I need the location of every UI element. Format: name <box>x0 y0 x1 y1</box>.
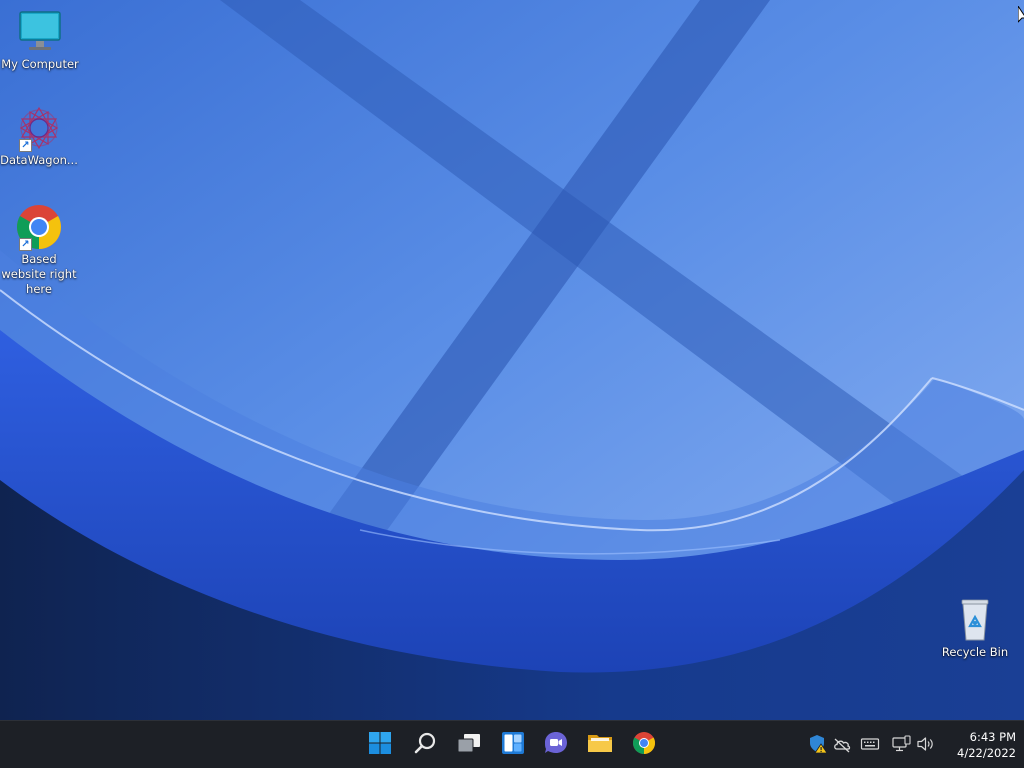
task-view-button[interactable] <box>450 727 488 763</box>
shortcut-arrow-icon: ↗ <box>19 238 32 251</box>
chrome-icon: ↗ <box>15 203 63 251</box>
start-button[interactable] <box>361 727 399 763</box>
widgets-icon <box>501 731 525 759</box>
monitor-icon <box>16 8 64 56</box>
windows-logo-icon <box>368 731 392 759</box>
taskbar-clock[interactable]: 6:43 PM 4/22/2022 <box>940 729 1016 761</box>
chrome-taskbar-button[interactable] <box>625 727 663 763</box>
desktop-wallpaper <box>0 0 1024 720</box>
desktop-icon-datawagon[interactable]: ↗ DataWagon... <box>0 104 79 168</box>
desktop-icon-based-website[interactable]: ↗ Based website right here <box>0 203 79 297</box>
desktop-icon-label: DataWagon... <box>0 153 78 167</box>
volume-icon[interactable] <box>916 734 936 754</box>
desktop-icon-recycle-bin[interactable]: Recycle Bin <box>935 596 1015 660</box>
taskbar: 6:43 PM 4/22/2022 <box>0 720 1024 768</box>
clock-date: 4/22/2022 <box>957 746 1016 760</box>
search-icon <box>413 731 437 759</box>
keyboard-icon[interactable] <box>860 734 880 754</box>
onedrive-offline-icon[interactable] <box>832 734 852 754</box>
chrome-icon <box>632 731 656 759</box>
desktop-icon-my-computer[interactable]: My Computer <box>0 8 80 72</box>
clock-time: 6:43 PM <box>969 730 1016 744</box>
folder-icon <box>587 732 613 758</box>
search-button[interactable] <box>406 727 444 763</box>
file-explorer-button[interactable] <box>581 727 619 763</box>
task-view-icon <box>456 731 482 759</box>
shortcut-arrow-icon: ↗ <box>19 139 32 152</box>
network-icon[interactable] <box>891 734 911 754</box>
chat-button[interactable] <box>537 727 575 763</box>
desktop-icon-label: Recycle Bin <box>941 645 1009 659</box>
chat-icon <box>543 730 569 760</box>
datawagon-logo-icon: ↗ <box>15 104 63 152</box>
recycle-bin-icon <box>951 596 999 644</box>
desktop-icon-label: Based website right here <box>1 252 77 296</box>
desktop-icon-label: My Computer <box>1 57 79 71</box>
defender-warning-icon[interactable] <box>808 734 828 754</box>
mouse-cursor-icon <box>1017 4 1024 28</box>
widgets-button[interactable] <box>494 727 532 763</box>
